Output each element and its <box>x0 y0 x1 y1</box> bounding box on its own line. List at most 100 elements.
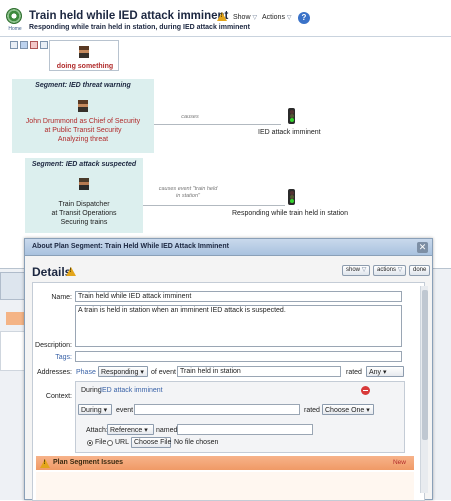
rated2-select[interactable]: Choose One ▾ <box>322 404 374 415</box>
delete-icon[interactable] <box>30 41 38 49</box>
choose-file-button[interactable]: Choose File <box>131 437 171 448</box>
during-select-value: During <box>81 407 102 414</box>
person-avatar <box>79 46 89 58</box>
rated-select-value: Any <box>369 369 382 376</box>
edge-label: causes event "train held in station" <box>158 186 218 199</box>
causes-event-edge[interactable] <box>143 205 285 206</box>
addresses-label: Addresses: <box>36 369 72 376</box>
show-button-label: show <box>346 267 361 273</box>
attach-label: Attach: <box>86 427 108 434</box>
segment-ied-threat-warning[interactable]: Segment: IED threat warning John Drummon… <box>12 79 154 153</box>
event-label: event <box>116 407 134 414</box>
during-select[interactable]: During ▾ <box>78 404 112 415</box>
segment-line: John Drummond as Chief of Security <box>25 118 141 125</box>
done-button[interactable]: done <box>409 265 431 276</box>
tags-field[interactable] <box>75 351 402 362</box>
node-label[interactable]: IED attack imminent <box>258 129 321 136</box>
warning-icon <box>66 267 76 276</box>
context-event-field[interactable] <box>134 404 300 415</box>
phase-label[interactable]: Phase <box>76 369 96 376</box>
person-avatar <box>79 178 89 190</box>
segment-line: Train Dispatcher <box>58 201 110 208</box>
segment-ied-attack-suspected[interactable]: Segment: IED attack suspected Train Disp… <box>25 158 143 233</box>
show-menu[interactable]: Show ▽ <box>233 14 257 21</box>
during-link[interactable]: IED attack imminent <box>100 387 163 394</box>
show-menu-label: Show <box>233 14 251 21</box>
dropdown-arrow-icon: ▾ <box>140 369 144 376</box>
agent-label: doing something <box>56 63 114 70</box>
new-issue-link[interactable]: New <box>393 459 406 466</box>
of-event-label-text: of event <box>151 369 176 376</box>
home-label[interactable]: Home <box>6 26 24 32</box>
page-title: Train held while IED attack imminent <box>29 10 229 22</box>
dropdown-arrow-icon: ▾ <box>366 407 370 414</box>
rated2-select-value: Choose One <box>325 407 365 414</box>
edit-icon[interactable] <box>20 41 28 49</box>
no-file-text: No file chosen <box>174 439 219 446</box>
document-icon[interactable] <box>10 41 18 49</box>
actions-menu[interactable]: Actions ▽ <box>262 14 292 21</box>
name-field[interactable]: Train held while IED attack imminent <box>75 291 402 302</box>
phase-select[interactable]: Responding ▾ <box>98 366 148 377</box>
actions-button[interactable]: actions ▽ <box>373 265 407 276</box>
of-event-label: of event <box>151 369 176 376</box>
traffic-light-icon <box>288 108 295 124</box>
chevron-down-icon: ▽ <box>361 267 367 273</box>
chevron-down-icon: ▽ <box>397 267 403 273</box>
issues-bar[interactable]: Plan Segment Issues New <box>36 456 414 470</box>
dialog-title: About Plan Segment: Train Held While IED… <box>32 243 229 250</box>
agent-box[interactable]: doing something <box>49 40 119 71</box>
help-icon[interactable]: ? <box>298 12 310 24</box>
issues-title: Plan Segment Issues <box>53 459 124 466</box>
segment-line: at Transit Operations <box>51 210 117 217</box>
chevron-down-icon: ▽ <box>286 15 292 21</box>
description-label: Description: <box>35 342 72 349</box>
chevron-down-icon: ▽ <box>252 15 258 21</box>
dialog-title-bar[interactable]: About Plan Segment: Train Held While IED… <box>25 239 432 256</box>
close-icon[interactable]: ✕ <box>417 242 428 253</box>
edge-label: causes <box>181 114 199 120</box>
dropdown-arrow-icon: ▾ <box>144 427 148 434</box>
background-issue-marker <box>6 312 26 325</box>
url-label: URL <box>115 439 130 446</box>
warning-icon <box>40 459 50 468</box>
page-header: Home Train held while IED attack imminen… <box>0 0 451 37</box>
named-field[interactable] <box>177 424 313 435</box>
segment-title: Segment: IED threat warning <box>35 82 131 89</box>
scrollbar-thumb[interactable] <box>422 290 428 440</box>
event-field[interactable]: Train held in station <box>177 366 341 377</box>
home-icon[interactable] <box>6 8 22 24</box>
rated-select[interactable]: Any ▾ <box>366 366 404 377</box>
rated-label: rated <box>346 369 362 376</box>
remove-icon[interactable] <box>361 386 370 395</box>
segment-line: Securing trains <box>60 219 108 226</box>
dropdown-arrow-icon: ▾ <box>383 369 387 376</box>
attach-select[interactable]: Reference ▾ <box>107 424 154 435</box>
file-label: File <box>95 439 107 446</box>
rated2-label: rated <box>304 407 320 414</box>
background-tab[interactable] <box>0 272 26 300</box>
person-avatar <box>78 100 88 112</box>
show-button[interactable]: show ▽ <box>342 265 371 276</box>
named-label: named <box>156 427 178 434</box>
issues-list <box>36 472 414 500</box>
context-label: Context: <box>45 393 72 400</box>
actions-menu-label: Actions <box>262 14 285 21</box>
url-radio[interactable] <box>107 440 113 446</box>
print-icon[interactable] <box>40 41 48 49</box>
dialog-scrollbar[interactable] <box>420 286 428 493</box>
description-field[interactable]: A train is held in station when an immin… <box>75 305 402 347</box>
causes-edge[interactable] <box>154 124 281 125</box>
segment-title: Segment: IED attack suspected <box>31 161 137 168</box>
node-label[interactable]: Responding while train held in station <box>232 210 348 217</box>
actions-button-label: actions <box>377 267 397 273</box>
name-label: Name: <box>51 294 72 301</box>
tags-label[interactable]: Tags: <box>40 354 72 361</box>
attach-select-value: Reference <box>110 427 143 434</box>
warning-icon <box>217 12 227 21</box>
phase-select-value: Responding <box>101 369 139 376</box>
dropdown-arrow-icon: ▾ <box>103 407 108 414</box>
during-text: During <box>81 387 102 394</box>
traffic-light-icon <box>288 189 295 205</box>
file-radio[interactable] <box>87 440 93 446</box>
